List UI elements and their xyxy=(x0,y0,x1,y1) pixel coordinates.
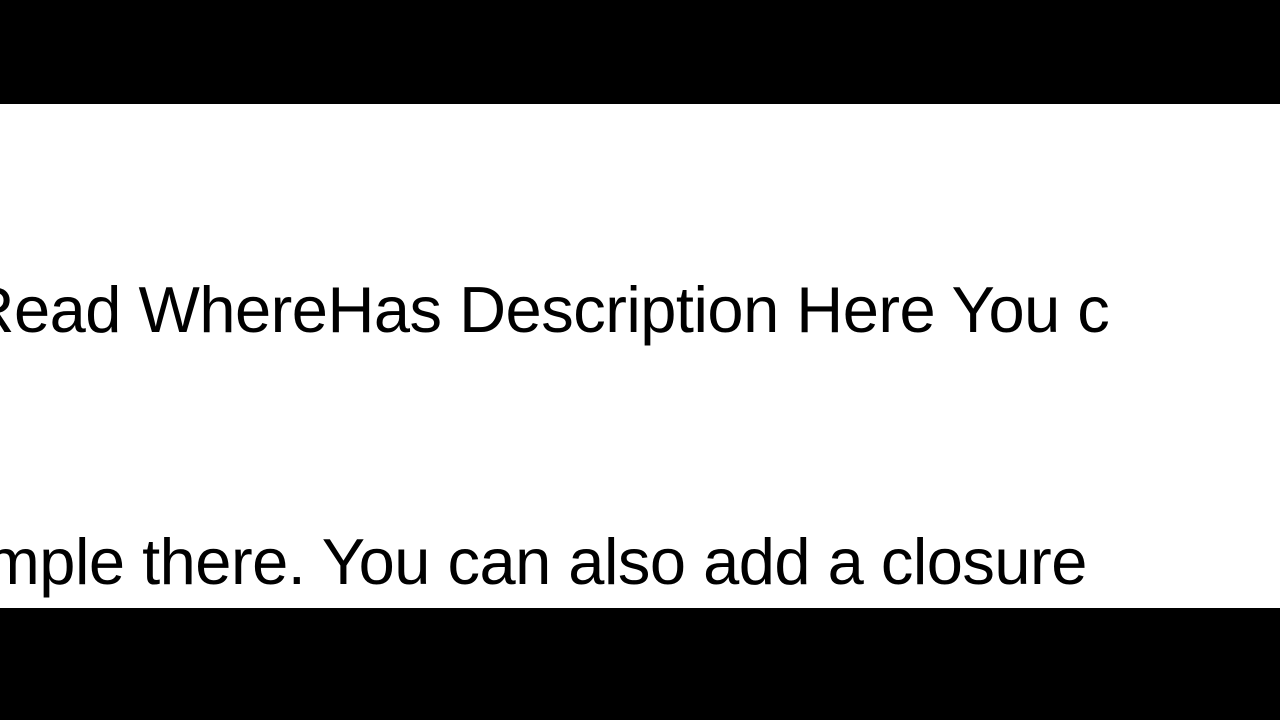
text-line-1: Read WhereHas Description Here You c xyxy=(0,268,1280,352)
text-line-2: ample there. You can also add a closure xyxy=(0,520,1280,604)
content-band: Read WhereHas Description Here You c amp… xyxy=(0,104,1280,608)
text-block: Read WhereHas Description Here You c amp… xyxy=(0,104,1280,608)
